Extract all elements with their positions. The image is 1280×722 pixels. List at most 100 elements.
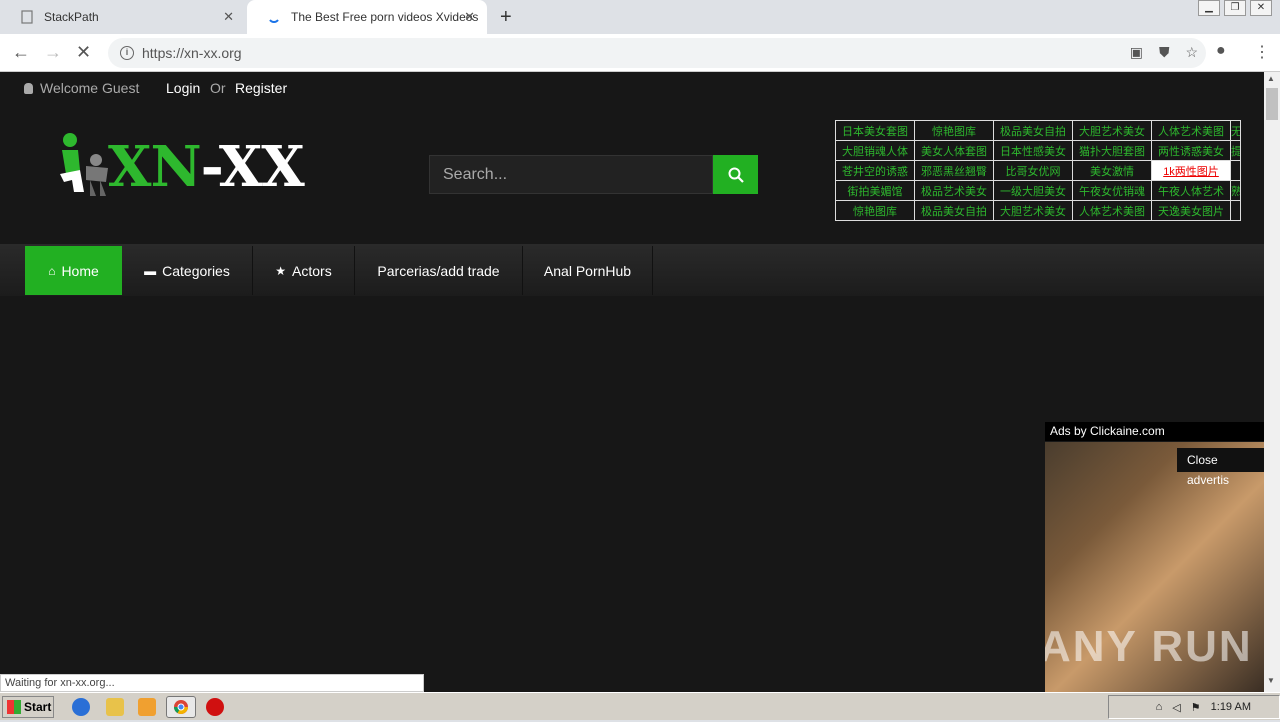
- link-table-cell[interactable]: 极品艺术美女: [914, 180, 994, 201]
- close-tab-icon[interactable]: ✕: [223, 9, 234, 25]
- link-table-cell[interactable]: 大胆艺术美女: [993, 200, 1073, 221]
- nav-parcerias-label: Parcerias/add trade: [377, 262, 500, 279]
- link-table-cell[interactable]: 人体艺术美图: [1072, 200, 1152, 221]
- search-button[interactable]: [713, 155, 758, 194]
- tray-flag-icon[interactable]: ⚑: [1191, 701, 1201, 714]
- nav-home-label: Home: [61, 262, 99, 279]
- login-link[interactable]: Login: [166, 80, 200, 96]
- minimize-button[interactable]: ▁: [1198, 0, 1220, 16]
- link-table-cell[interactable]: 1k两性图片: [1151, 160, 1231, 181]
- windows-logo-icon: [7, 700, 21, 714]
- link-table-cell: [1230, 160, 1241, 181]
- user-bar: Welcome Guest Login Or Register: [0, 72, 1264, 104]
- link-table-cell[interactable]: 街拍美媚馆: [835, 180, 915, 201]
- menu-kebab-icon[interactable]: ⋮: [1254, 42, 1270, 62]
- opera-icon[interactable]: [206, 698, 224, 716]
- link-table-cell[interactable]: 人体艺术美图: [1151, 120, 1231, 141]
- close-tab-icon[interactable]: ✕: [464, 9, 475, 25]
- advertisement-image[interactable]: Close advertis ANY RUN: [1045, 442, 1264, 692]
- link-table-cell[interactable]: 午夜女优销魂: [1072, 180, 1152, 201]
- tray-volume-icon[interactable]: ◁: [1172, 701, 1180, 714]
- link-table-cell[interactable]: 猫扑大胆套图: [1072, 140, 1152, 161]
- link-table-cell[interactable]: 苍井空的诱惑: [835, 160, 915, 181]
- nav-categories-label: Categories: [162, 262, 230, 279]
- or-text: Or: [210, 80, 226, 96]
- link-table-cell[interactable]: 两性诱惑美女: [1151, 140, 1231, 161]
- link-table-cell[interactable]: 大胆销魂人体: [835, 140, 915, 161]
- start-button[interactable]: Start: [2, 696, 54, 718]
- scroll-up-arrow-icon[interactable]: ▲: [1267, 74, 1275, 83]
- link-table-cell[interactable]: 一级大胆美女: [993, 180, 1073, 201]
- windows-taskbar: Start ⌂ ◁ ⚑ 1:19 AM: [0, 692, 1280, 720]
- search-input[interactable]: Search...: [429, 155, 713, 194]
- scroll-thumb[interactable]: [1266, 88, 1278, 120]
- page-scrollbar[interactable]: ▲ ▼: [1264, 72, 1280, 692]
- link-table-cell[interactable]: 惊艳图库: [914, 120, 994, 141]
- tab-stackpath[interactable]: StackPath ✕: [0, 0, 246, 34]
- info-icon[interactable]: i: [120, 46, 134, 60]
- scroll-down-arrow-icon[interactable]: ▼: [1267, 676, 1275, 685]
- link-table-cell[interactable]: 日本美女套图: [835, 120, 915, 141]
- logo-part1: XN: [108, 134, 202, 200]
- search-icon: [728, 167, 744, 183]
- start-label: Start: [24, 700, 52, 714]
- url-text: https://xn-xx.org: [142, 45, 242, 61]
- link-table-cell[interactable]: 极品美女自拍: [914, 200, 994, 221]
- profile-avatar-icon[interactable]: ●: [1216, 42, 1226, 60]
- home-icon: ⌂: [48, 263, 56, 278]
- chrome-taskbar-button[interactable]: [166, 696, 196, 718]
- popup-blocked-icon[interactable]: ▣: [1130, 44, 1143, 61]
- stop-loading-icon[interactable]: ✕: [76, 42, 91, 63]
- link-table-cell[interactable]: 午夜人体艺术: [1151, 180, 1231, 201]
- main-nav: ⌂ Home ▬ Categories ★ Actors Parcerias/add …: [0, 244, 1264, 296]
- nav-home[interactable]: ⌂ Home: [25, 246, 122, 295]
- nav-actors[interactable]: ★ Actors: [253, 246, 355, 295]
- back-arrow-icon[interactable]: ←: [12, 42, 30, 63]
- shield-icon[interactable]: ⛊: [1159, 44, 1170, 61]
- register-link[interactable]: Register: [235, 80, 287, 96]
- address-bar[interactable]: i https://xn-xx.org: [108, 38, 1206, 68]
- link-table-cell[interactable]: 熟: [1230, 180, 1241, 201]
- ie-icon[interactable]: [72, 698, 90, 716]
- close-ad-button[interactable]: Close advertis: [1177, 448, 1264, 487]
- link-table-cell[interactable]: 极品美女自拍: [993, 120, 1073, 141]
- link-table-cell[interactable]: 提: [1230, 140, 1241, 161]
- chrome-icon: [174, 700, 188, 714]
- link-table-cell[interactable]: 美女人体套图: [914, 140, 994, 161]
- welcome-text: Welcome Guest: [24, 80, 139, 96]
- tray-network-icon[interactable]: ⌂: [1156, 701, 1163, 713]
- restore-button[interactable]: ❐: [1224, 0, 1246, 16]
- star-icon: ★: [275, 263, 287, 278]
- nav-parcerias[interactable]: Parcerias/add trade: [355, 246, 523, 295]
- nav-categories[interactable]: ▬ Categories: [122, 246, 253, 295]
- system-tray: ⌂ ◁ ⚑ 1:19 AM: [1108, 695, 1280, 719]
- link-table-cell[interactable]: 比哥女优网: [993, 160, 1073, 181]
- tab-xn-xx[interactable]: The Best Free porn videos Xvideos ✕: [247, 0, 487, 34]
- status-bubble: Waiting for xn-xx.org...: [0, 674, 424, 692]
- link-table-cell[interactable]: 无: [1230, 120, 1241, 141]
- new-tab-button[interactable]: +: [500, 6, 512, 29]
- link-table-cell[interactable]: 邪恶黑丝翘臀: [914, 160, 994, 181]
- folder-explorer-icon[interactable]: [106, 698, 124, 716]
- link-table-cell[interactable]: 日本性感美女: [993, 140, 1073, 161]
- link-table-row: 大胆销魂人体美女人体套图日本性感美女猫扑大胆套图两性诱惑美女提: [835, 140, 1241, 161]
- nav-anal-pornhub[interactable]: Anal PornHub: [523, 246, 653, 295]
- forward-arrow-icon[interactable]: →: [44, 42, 62, 63]
- site-logo[interactable]: XN-XX: [56, 128, 316, 204]
- link-table-cell[interactable]: 大胆艺术美女: [1072, 120, 1152, 141]
- welcome-label: Welcome Guest: [40, 80, 140, 96]
- link-table-cell[interactable]: 惊艳图库: [835, 200, 915, 221]
- logo-wordmark: XN-XX: [108, 134, 305, 200]
- browser-toolbar: ← → ✕ i https://xn-xx.org ▣ ⛊ ☆ ● ⋮: [0, 34, 1280, 72]
- user-icon: [24, 83, 33, 94]
- anyrun-watermark: ANY RUN: [1045, 622, 1253, 671]
- page-viewport: Welcome Guest Login Or Register XN-XX Se…: [0, 72, 1264, 692]
- close-window-button[interactable]: ✕: [1250, 0, 1272, 16]
- clock[interactable]: 1:19 AM: [1211, 701, 1251, 713]
- folder-icon: ▬: [144, 263, 157, 278]
- link-table-cell[interactable]: 美女激情: [1072, 160, 1152, 181]
- logo-figure-icon: [60, 133, 108, 196]
- media-player-icon[interactable]: [138, 698, 156, 716]
- bookmark-star-icon[interactable]: ☆: [1185, 44, 1198, 61]
- link-table-cell[interactable]: 天逸美女图片: [1151, 200, 1231, 221]
